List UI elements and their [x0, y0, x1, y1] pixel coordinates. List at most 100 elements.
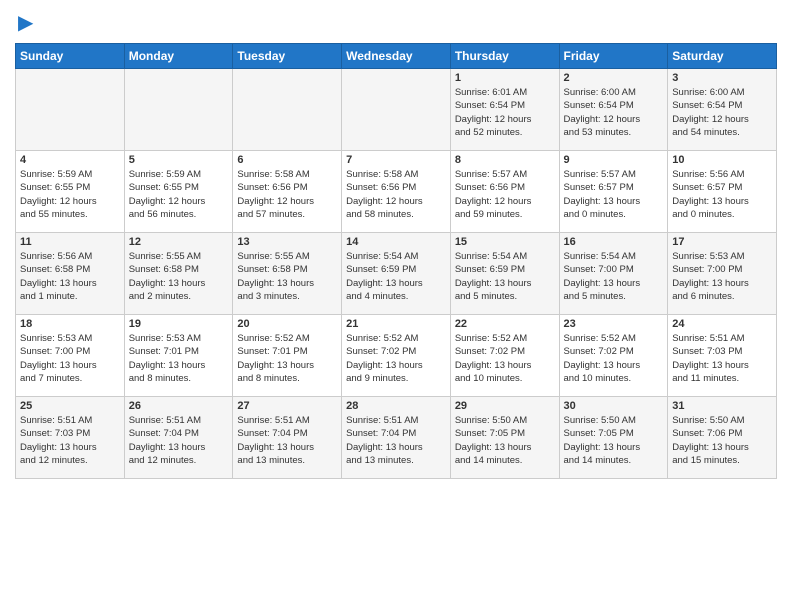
day-info-line: Sunset: 6:58 PM — [129, 264, 199, 275]
day-number: 6 — [237, 154, 337, 166]
day-info-line: Sunset: 7:03 PM — [20, 428, 90, 439]
day-number: 24 — [672, 318, 772, 330]
day-info-line: Daylight: 13 hours — [346, 360, 423, 371]
calendar-cell: 22Sunrise: 5:52 AMSunset: 7:02 PMDayligh… — [450, 315, 559, 397]
day-info-line: Sunrise: 5:52 AM — [564, 333, 636, 344]
day-info-line: Daylight: 12 hours — [129, 196, 206, 207]
calendar-cell: 31Sunrise: 5:50 AMSunset: 7:06 PMDayligh… — [668, 397, 777, 479]
day-info-line: Sunset: 6:59 PM — [455, 264, 525, 275]
day-info: Sunrise: 5:58 AMSunset: 6:56 PMDaylight:… — [237, 168, 337, 221]
day-info-line: Sunset: 7:06 PM — [672, 428, 742, 439]
week-row-3: 18 Sunrise: 5:53 AM Sunset: 7:00 PM Dayligh… — [16, 315, 777, 397]
day-info-line: Daylight: 13 hours — [346, 278, 423, 289]
calendar-cell: 11Sunrise: 5:56 AMSunset: 6:58 PMDayligh… — [16, 233, 125, 315]
day-info-line: Sunset: 7:02 PM — [455, 346, 525, 357]
day-info-line: Sunrise: 5:53 AM — [20, 333, 92, 344]
day-number: 5 — [129, 154, 229, 166]
day-info-line: Daylight: 13 hours — [346, 442, 423, 453]
day-info-line: Sunset: 6:54 PM — [564, 100, 634, 111]
day-info-line: Sunset: 6:58 PM — [237, 264, 307, 275]
day-number: 27 — [237, 400, 337, 412]
day-info-line: and 15 minutes. — [672, 455, 740, 466]
day-info-line: Sunrise: 6:00 AM — [672, 87, 744, 98]
day-number: 21 — [346, 318, 446, 330]
day-info-line: and 13 minutes. — [237, 455, 305, 466]
calendar-cell: 23 Sunrise: 5:52 AM Sunset: 7:02 PM Dayligh… — [559, 315, 668, 397]
day-info-line: Sunrise: 5:59 AM — [20, 169, 92, 180]
day-info-line: Sunrise: 5:50 AM — [455, 415, 527, 426]
day-info-line: and 8 minutes. — [129, 373, 191, 384]
day-number: 29 — [455, 400, 555, 412]
day-number: 22 — [455, 318, 555, 330]
day-info-line: Daylight: 13 hours — [564, 360, 641, 371]
day-info-line: Sunrise: 5:57 AM — [564, 169, 636, 180]
day-number: 1 — [455, 72, 555, 84]
day-info-line: and 13 minutes. — [346, 455, 414, 466]
day-info-line: Sunrise: 5:55 AM — [129, 251, 201, 262]
calendar-cell: 12Sunrise: 5:55 AMSunset: 6:58 PMDayligh… — [124, 233, 233, 315]
day-info-line: and 0 minutes. — [564, 209, 626, 220]
day-info-line: Sunset: 7:00 PM — [20, 346, 90, 357]
day-info-line: Sunset: 7:02 PM — [564, 346, 634, 357]
day-info-line: Sunset: 7:04 PM — [237, 428, 307, 439]
day-number: 11 — [20, 236, 120, 248]
day-info-line: Daylight: 12 hours — [20, 196, 97, 207]
day-info-line: Sunrise: 5:54 AM — [455, 251, 527, 262]
day-info-line: Sunrise: 5:50 AM — [672, 415, 744, 426]
day-info: Sunrise: 5:50 AMSunset: 7:06 PMDaylight:… — [672, 414, 772, 467]
day-number: 19 — [129, 318, 229, 330]
day-info-line: Daylight: 12 hours — [672, 114, 749, 125]
day-info-line: and 53 minutes. — [564, 127, 632, 138]
day-info: Sunrise: 5:52 AM Sunset: 7:02 PM Daylight:… — [564, 332, 664, 385]
header-sunday: Sunday — [16, 44, 125, 69]
day-number: 8 — [455, 154, 555, 166]
day-info-line: Sunrise: 5:58 AM — [346, 169, 418, 180]
day-number: 28 — [346, 400, 446, 412]
day-info-line: Sunrise: 5:53 AM — [129, 333, 201, 344]
calendar-cell: 10Sunrise: 5:56 AMSunset: 6:57 PMDayligh… — [668, 151, 777, 233]
day-info: Sunrise: 6:01 AMSunset: 6:54 PMDaylight:… — [455, 86, 555, 139]
day-info-line: and 54 minutes. — [672, 127, 740, 138]
day-info-line: Sunrise: 5:53 AM — [672, 251, 744, 262]
day-number: 23 — [564, 318, 664, 330]
day-info-line: and 57 minutes. — [237, 209, 305, 220]
day-info-line: Daylight: 13 hours — [20, 278, 97, 289]
day-info-line: and 5 minutes. — [455, 291, 517, 302]
calendar-cell: 4Sunrise: 5:59 AMSunset: 6:55 PMDaylight… — [16, 151, 125, 233]
calendar-cell: 19Sunrise: 5:53 AMSunset: 7:01 PMDayligh… — [124, 315, 233, 397]
day-info-line: Daylight: 13 hours — [672, 278, 749, 289]
header-friday: Friday — [559, 44, 668, 69]
day-info: Sunrise: 6:00 AMSunset: 6:54 PMDaylight:… — [564, 86, 664, 139]
day-info: Sunrise: 5:55 AMSunset: 6:58 PMDaylight:… — [237, 250, 337, 303]
day-info-line: Sunset: 6:56 PM — [346, 182, 416, 193]
calendar-cell: 9Sunrise: 5:57 AMSunset: 6:57 PMDaylight… — [559, 151, 668, 233]
calendar-table: SundayMondayTuesdayWednesdayThursdayFrid… — [15, 43, 777, 479]
week-row-1: 4Sunrise: 5:59 AMSunset: 6:55 PMDaylight… — [16, 151, 777, 233]
day-info: Sunrise: 5:50 AMSunset: 7:05 PMDaylight:… — [564, 414, 664, 467]
calendar-cell: 29Sunrise: 5:50 AMSunset: 7:05 PMDayligh… — [450, 397, 559, 479]
day-info-line: Sunset: 7:00 PM — [564, 264, 634, 275]
logo: ▶ — [15, 10, 33, 35]
day-info-line: and 14 minutes. — [455, 455, 523, 466]
day-info-line: Sunset: 7:04 PM — [129, 428, 199, 439]
day-info-line: and 11 minutes. — [672, 373, 739, 384]
day-info-line: Sunrise: 5:55 AM — [237, 251, 309, 262]
day-info-line: Sunset: 6:57 PM — [672, 182, 742, 193]
day-info-line: Daylight: 13 hours — [129, 278, 206, 289]
day-info: Sunrise: 5:53 AMSunset: 7:00 PMDaylight:… — [20, 332, 120, 385]
day-info: Sunrise: 5:55 AM Sunset: 6:58 PM Daylight:… — [129, 250, 229, 303]
calendar-cell: 21Sunrise: 5:52 AMSunset: 7:02 PMDayligh… — [342, 315, 451, 397]
day-info-line: and 58 minutes. — [346, 209, 414, 220]
day-info-line: and 12 minutes. — [129, 455, 197, 466]
day-info: Sunrise: 5:57 AMSunset: 6:57 PMDaylight:… — [564, 168, 664, 221]
day-info: Sunrise: 5:51 AMSunset: 7:03 PMDaylight:… — [20, 414, 120, 467]
day-info-line: Sunrise: 5:50 AM — [564, 415, 636, 426]
calendar-cell: 15Sunrise: 5:54 AMSunset: 6:59 PMDayligh… — [450, 233, 559, 315]
day-info-line: Sunrise: 5:54 AM — [346, 251, 418, 262]
day-info-line: and 12 minutes. — [20, 455, 88, 466]
day-number: 4 — [20, 154, 120, 166]
day-number: 20 — [237, 318, 337, 330]
day-info-line: and 14 minutes. — [564, 455, 632, 466]
day-info-line: Sunrise: 5:51 AM — [20, 415, 92, 426]
day-number: 18 — [20, 318, 120, 330]
